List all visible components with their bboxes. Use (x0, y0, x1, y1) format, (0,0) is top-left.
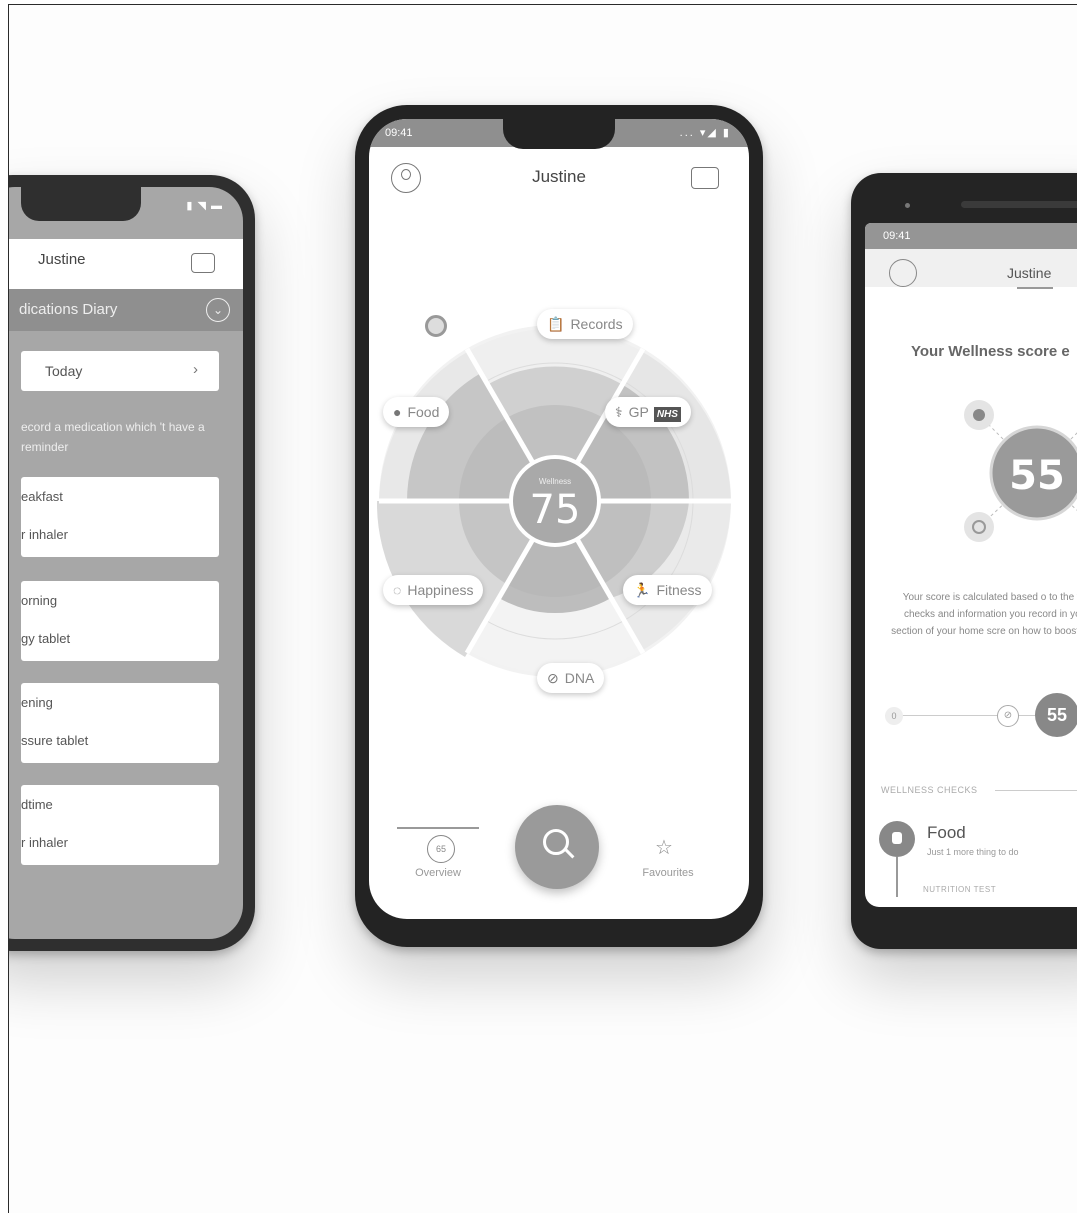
right-screen: 09:41 Justine Your Wellness score e 55 Y… (865, 223, 1077, 907)
entry-med: r inhaler (21, 527, 68, 542)
score-value: 55 (1009, 453, 1065, 499)
left-notch (21, 187, 141, 221)
list-item[interactable]: eakfast r inhaler (21, 477, 219, 557)
overview-icon[interactable]: 65 (427, 835, 455, 863)
left-screen: ▮ ◥ ▬ Justine dications Diary ⌄ Today › … (9, 187, 243, 939)
slider-knob[interactable]: 55 (1035, 693, 1077, 737)
entry-med: r inhaler (21, 835, 68, 850)
timeline-thread (896, 857, 898, 897)
entry-time: orning (21, 593, 58, 608)
gp-label: GP (628, 404, 649, 420)
signal-icon: ... ▾◢ ▮ (679, 127, 731, 139)
list-item[interactable]: dtime r inhaler (21, 785, 219, 865)
entry-time: eakfast (21, 489, 63, 504)
nhs-badge: NHS (653, 407, 681, 422)
records-label: Records (570, 316, 623, 332)
center-phone: 09:41 ... ▾◢ ▮ Justine Wellness 75 📋 Rec… (355, 105, 763, 947)
apple-icon: ● (393, 404, 402, 420)
left-phone: ▮ ◥ ▬ Justine dications Diary ⌄ Today › … (9, 175, 255, 951)
checks-label: WELLNESS CHECKS (881, 785, 978, 795)
camera-dot (905, 203, 910, 208)
status-icons: ▮ ◥ ▬ (186, 200, 223, 212)
happiness-node-icon[interactable] (964, 512, 994, 542)
nutrition-label: NUTRITION TEST (923, 885, 997, 894)
search-icon (543, 829, 569, 855)
tab-favourites[interactable]: Favourites (623, 867, 713, 879)
entry-time: ening (21, 695, 53, 710)
today-label: Today (45, 363, 83, 379)
diary-label: dications Diary (19, 301, 118, 318)
search-button[interactable] (515, 805, 599, 889)
chevron-right-icon: › (193, 361, 198, 378)
chat-icon[interactable] (691, 167, 719, 189)
entry-med: gy tablet (21, 631, 71, 646)
page-title: Justine (1007, 265, 1052, 281)
category-records[interactable]: 📋 Records (537, 309, 633, 339)
tab-overview[interactable]: Overview (393, 867, 483, 879)
slider-start: 0 (885, 707, 903, 725)
chevron-down-icon[interactable]: ⌄ (206, 298, 230, 322)
speaker-grille (961, 201, 1077, 208)
slider-marker-icon: ⊘ (997, 705, 1019, 727)
score-cluster: 55 (964, 400, 1077, 542)
profile-icon[interactable] (889, 259, 917, 287)
entry-time: dtime (21, 797, 53, 812)
apple-icon (973, 409, 985, 421)
chat-icon[interactable] (191, 253, 215, 273)
dna-label: DNA (564, 670, 595, 686)
list-item[interactable]: orning gy tablet (21, 581, 219, 661)
wellness-label: Wellness (539, 477, 571, 486)
active-tab-indicator (397, 827, 479, 829)
running-icon: 🏃 (633, 582, 651, 598)
food-label: Food (407, 404, 440, 420)
status-time: 09:41 (385, 127, 413, 139)
center-notch (503, 119, 615, 149)
dna-icon: ⊘ (547, 670, 559, 686)
wellness-score: 75 (530, 487, 581, 533)
score-description: Your score is calculated based o to the … (891, 592, 1077, 637)
category-food[interactable]: ● Food (383, 397, 450, 427)
category-gp[interactable]: ⚕ GP NHS (605, 397, 691, 427)
favourites-icon[interactable]: ☆ (655, 835, 673, 860)
doctor-icon: ⚕ (615, 404, 623, 420)
fitness-label: Fitness (656, 582, 702, 598)
status-time: 09:41 (883, 230, 911, 242)
left-title: Justine (38, 251, 86, 268)
food-check-icon[interactable] (879, 821, 915, 857)
happiness-icon: ◌ (393, 582, 402, 598)
happiness-label: Happiness (407, 582, 474, 598)
right-phone: 09:41 Justine Your Wellness score e 55 Y… (851, 173, 1077, 949)
category-happiness[interactable]: ◌ Happiness (383, 575, 484, 605)
center-screen: 09:41 ... ▾◢ ▮ Justine Wellness 75 📋 Rec… (369, 119, 749, 919)
category-dna[interactable]: ⊘ DNA (537, 663, 605, 693)
wellness-wheel: Wellness 75 (376, 325, 731, 677)
entry-med: ssure tablet (21, 733, 89, 748)
clipboard-icon: 📋 (547, 316, 565, 332)
showcase-frame: ▮ ◥ ▬ Justine dications Diary ⌄ Today › … (8, 4, 1077, 1213)
list-item[interactable]: ening ssure tablet (21, 683, 219, 763)
checks-divider (995, 790, 1077, 791)
score-heading: Your Wellness score e (911, 343, 1070, 360)
record-note: ecord a medication which 't have a remin… (21, 420, 205, 454)
category-fitness[interactable]: 🏃 Fitness (623, 575, 712, 605)
food-check-subtitle: Just 1 more thing to do (927, 847, 1019, 857)
food-check-title[interactable]: Food (927, 823, 966, 843)
title-underline (1017, 287, 1053, 289)
loading-ring-icon (425, 315, 447, 337)
